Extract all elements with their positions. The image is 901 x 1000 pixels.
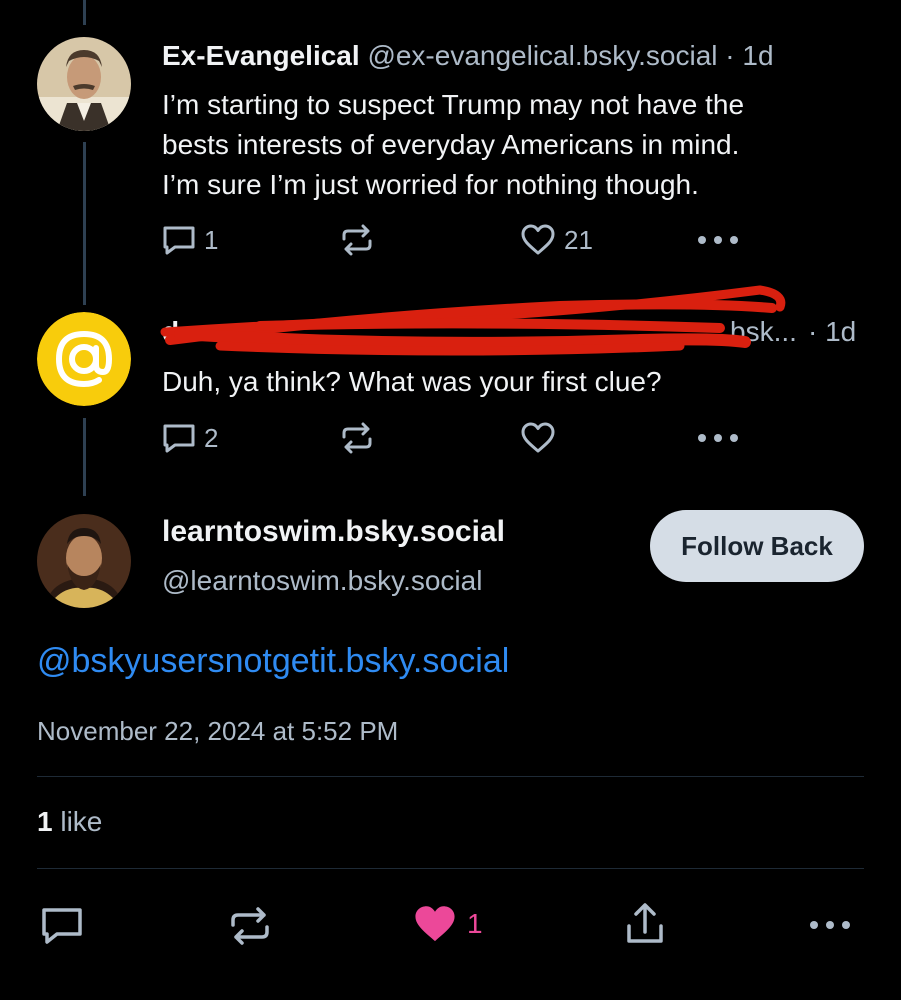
divider-bottom [37,868,864,869]
main-like-count: 1 [467,908,483,939]
post1-text: I’m starting to suspect Trump may not ha… [162,85,852,205]
main-share-button[interactable] [624,902,666,951]
post1-text-line: bests interests of everyday Americans in… [162,129,740,160]
heart-icon [521,224,555,255]
post2-more-button[interactable] [696,418,740,458]
post1-like-button[interactable]: 21 [520,220,593,260]
post2-time-group: · 1d [808,316,856,348]
post1-actions: 1 21 [158,220,748,260]
likes-count: 1 [37,806,53,837]
avatar-ex-evangelical[interactable] [37,37,131,131]
avatar-default[interactable] [37,312,131,406]
heart-filled-icon [415,906,455,942]
thread-line-low [83,418,86,496]
main-more-button[interactable] [808,918,852,936]
share-icon [627,903,663,943]
main-author-name[interactable]: learntoswim.bsky.social [162,515,505,549]
post1-reply-count: 1 [204,224,219,255]
post2-actions: 2 [158,418,748,458]
repost-icon [342,422,372,454]
post1-separator: · [725,40,735,71]
post-timestamp: November 22, 2024 at 5:52 PM [37,716,399,746]
post1-reply-button[interactable]: 1 [162,220,218,260]
more-icon [810,921,850,929]
more-icon [698,434,738,442]
repost-icon [231,907,269,945]
mention-link[interactable]: @bskyusersnotgetit.bsky.social [37,642,509,681]
post1-more-button[interactable] [696,220,740,260]
main-repost-button[interactable] [228,906,272,951]
post1-repost-button[interactable] [340,220,374,260]
avatar-learntoswim[interactable] [37,514,131,608]
post1-time: 1d [742,40,774,71]
post2-separator: · [808,316,818,347]
repost-icon [342,224,372,256]
more-icon [698,236,738,244]
thread-line-top [83,0,86,25]
post2-like-button[interactable] [520,418,556,458]
post2-text: Duh, ya think? What was your first clue? [162,366,662,397]
post2-repost-button[interactable] [340,418,374,458]
main-handle[interactable]: @learntoswim.bsky.social [162,565,482,597]
post2-reply-count: 2 [204,422,219,453]
likes-summary[interactable]: 1 like [37,806,102,838]
post1-header: Ex-Evangelical @ex-evangelical.bsky.soci… [162,40,774,72]
comment-icon [42,908,82,944]
post1-like-count: 21 [564,224,593,255]
post2-reply-button[interactable]: 2 [162,418,218,458]
post1-text-line: I’m starting to suspect Trump may not ha… [162,89,745,120]
post2-time: 1d [825,316,857,347]
post1-handle[interactable]: @ex-evangelical.bsky.social [367,40,717,71]
divider-top [37,776,864,777]
redaction-scribble [160,285,786,356]
thread-line-mid [83,142,86,305]
comment-icon [163,424,195,453]
follow-back-button[interactable]: Follow Back [650,510,864,582]
comment-icon [163,226,195,255]
likes-label: like [60,806,103,837]
main-like-button[interactable]: 1 [413,904,483,944]
post1-text-line: I’m sure I’m just worried for nothing th… [162,169,699,200]
main-reply-button[interactable] [40,906,84,951]
heart-icon [521,422,555,453]
post1-author-name[interactable]: Ex-Evangelical [162,40,360,71]
